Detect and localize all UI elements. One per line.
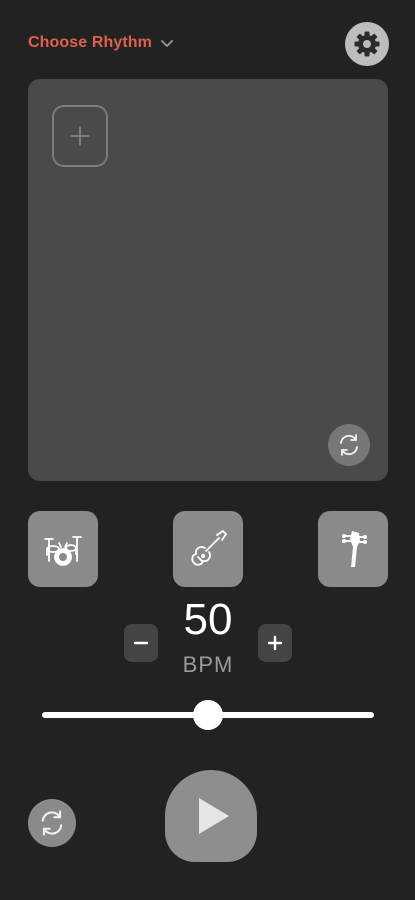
rhythm-selector[interactable]: Choose Rhythm [28,28,174,58]
play-button[interactable] [165,770,257,862]
reset-button[interactable] [28,799,76,847]
guitar-headstock-icon [331,527,375,571]
bass-button[interactable] [318,511,388,587]
rhythm-selector-label: Choose Rhythm [28,34,152,51]
drums-button[interactable] [28,511,98,587]
rhythm-panel [28,79,388,481]
guitar-button[interactable] [173,511,243,587]
play-icon [197,796,231,836]
add-rhythm-button[interactable] [52,105,108,167]
refresh-icon [37,808,67,838]
tempo-slider-thumb[interactable] [193,700,223,730]
plus-icon [267,635,283,651]
bpm-increment-button[interactable] [258,624,292,662]
plus-icon [68,124,92,148]
bpm-decrement-button[interactable] [124,624,158,662]
bpm-unit-label: BPM [182,652,234,677]
minus-icon [133,635,149,651]
chevron-down-icon [160,36,174,50]
panel-refresh-button[interactable] [328,424,370,466]
electric-guitar-icon [186,527,230,571]
drum-kit-icon [41,527,85,571]
bpm-value: 50 [183,595,233,644]
settings-button[interactable] [345,22,389,66]
gear-icon [352,29,382,59]
refresh-icon [336,432,362,458]
